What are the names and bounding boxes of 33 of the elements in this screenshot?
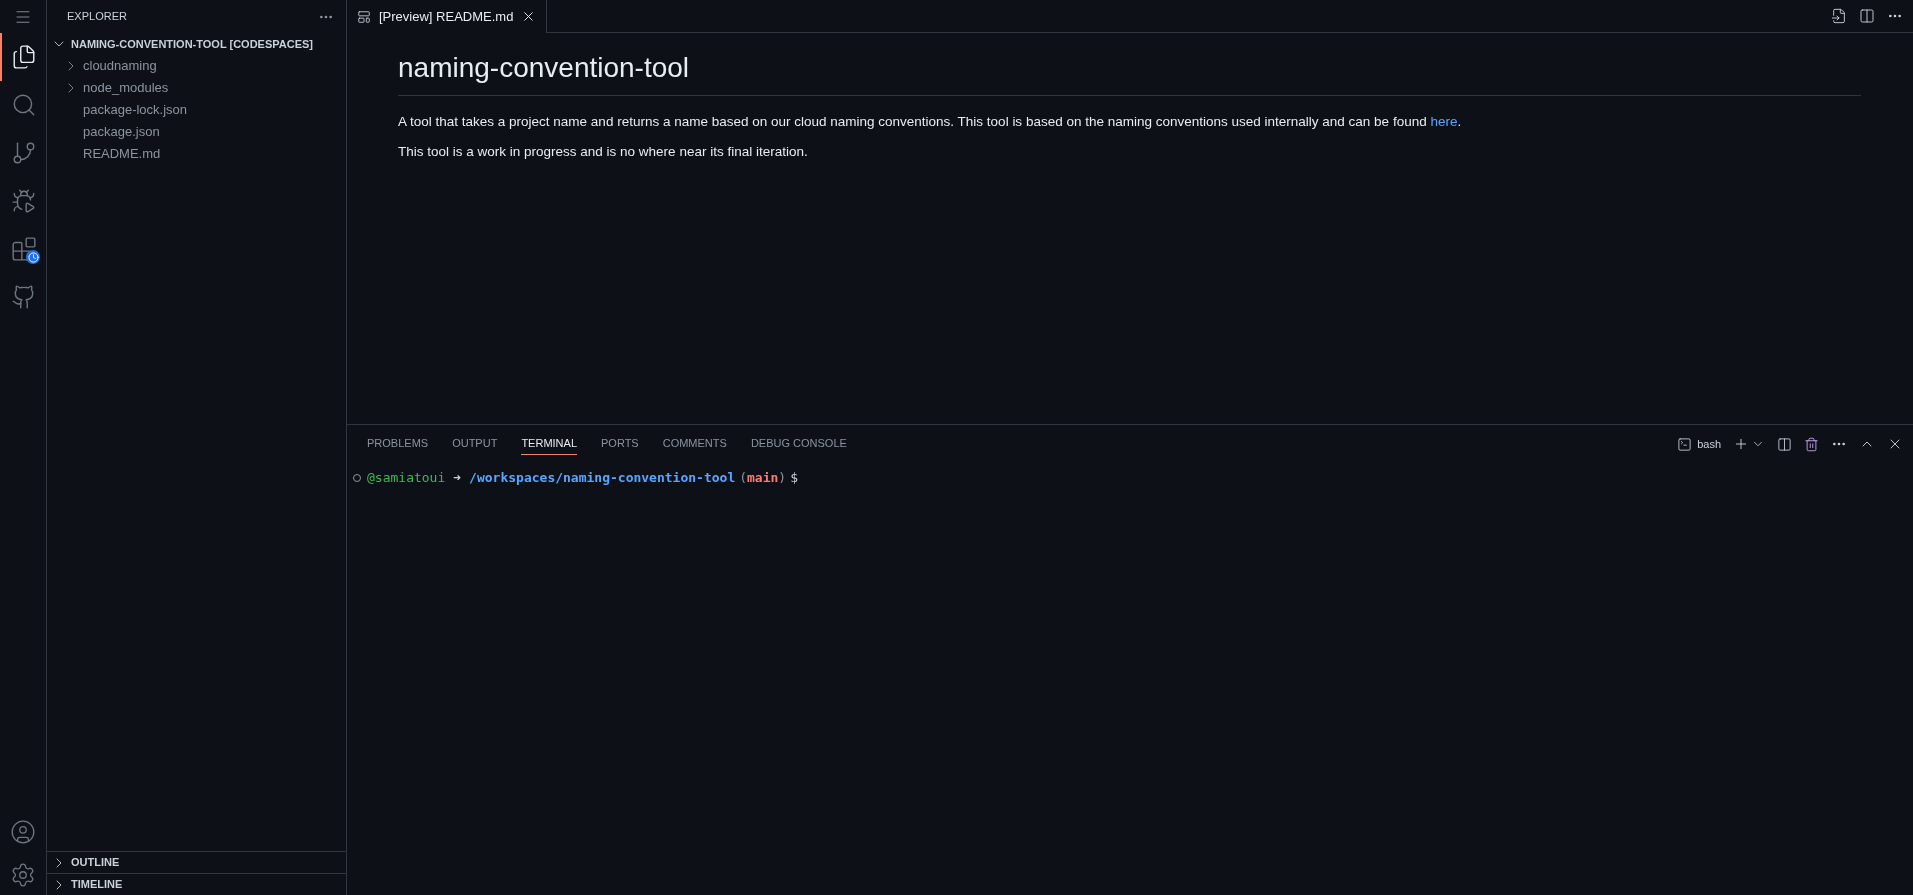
- clock-badge-icon: [26, 250, 40, 264]
- tree-root[interactable]: NAMING-CONVENTION-TOOL [CODESPACES]: [47, 33, 346, 55]
- branch-icon: [11, 140, 37, 166]
- panel-tab[interactable]: PROBLEMS: [367, 433, 429, 455]
- readme-heading: naming-convention-tool: [398, 47, 1861, 96]
- readme-paragraph: This tool is a work in progress and is no where near its final iteration.: [398, 143, 809, 162]
- terminal-icon: [1677, 436, 1693, 452]
- preview-icon: [357, 9, 371, 24]
- split-icon[interactable]: [1777, 436, 1792, 452]
- panel-tab[interactable]: TERMINAL: [521, 433, 577, 455]
- trash-icon[interactable]: [1804, 436, 1819, 452]
- section-header[interactable]: OUTLINE: [47, 851, 346, 873]
- panel-tab[interactable]: OUTPUT: [452, 433, 498, 455]
- terminal-line: @samiatoui ➜ /workspaces/naming-convention-tool (main) $: [367, 469, 798, 487]
- readme-paragraph: A tool that takes a project name and returns a name based on our cloud naming conventions. This tool is based on the naming conventions used internally and can be found here.: [398, 113, 1463, 131]
- folder-item[interactable]: node_modules: [47, 77, 346, 99]
- panel-tab[interactable]: DEBUG CONSOLE: [750, 433, 847, 455]
- open-source-icon[interactable]: [1831, 8, 1847, 24]
- file-item[interactable]: README.md: [47, 143, 346, 165]
- shell-selector[interactable]: bash: [1677, 435, 1721, 453]
- panel-tab[interactable]: PORTS: [601, 433, 639, 455]
- file-item[interactable]: package.json: [47, 121, 346, 143]
- search-icon: [11, 92, 37, 118]
- folder-item[interactable]: cloudnaming: [47, 55, 346, 77]
- sidebar-title: EXPLORER: [67, 9, 127, 25]
- split-editor-icon[interactable]: [1859, 8, 1875, 24]
- new-terminal-icon[interactable]: [1733, 436, 1749, 452]
- extensions-icon: [11, 236, 37, 262]
- section-header[interactable]: TIMELINE: [47, 873, 346, 895]
- file-item[interactable]: package-lock.json: [47, 99, 346, 121]
- panel-tab[interactable]: COMMENTS: [662, 433, 727, 455]
- run-debug-icon: [11, 188, 37, 214]
- files-icon: [11, 44, 37, 70]
